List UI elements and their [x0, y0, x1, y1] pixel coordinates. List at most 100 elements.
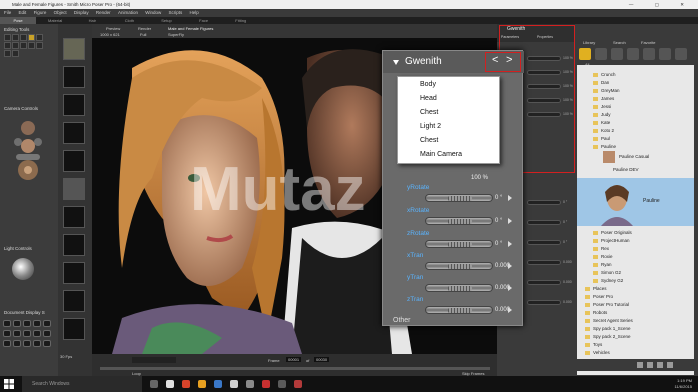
app-icon[interactable]: [230, 380, 238, 388]
expand-arrow-icon[interactable]: [508, 218, 512, 224]
chrome-icon[interactable]: [182, 380, 190, 388]
category-icon[interactable]: [643, 48, 655, 60]
parameter-value[interactable]: 0 °: [563, 240, 567, 244]
parameter-dial[interactable]: [527, 280, 561, 285]
library-folder[interactable]: Jessi: [593, 104, 611, 109]
yrotate-value[interactable]: 0 °: [495, 195, 502, 201]
windows-start-icon[interactable]: [4, 379, 14, 389]
favorite-icon[interactable]: [667, 362, 673, 368]
parameter-value[interactable]: 0 °: [563, 220, 567, 224]
library-folder[interactable]: Judy: [593, 112, 611, 117]
expand-arrow-icon[interactable]: [508, 241, 512, 247]
app-icon[interactable]: [278, 380, 286, 388]
library-folder[interactable]: Ryan: [593, 262, 612, 267]
window-controls[interactable]: — ▢ ✕: [629, 0, 694, 9]
parameter-dial[interactable]: [527, 220, 561, 225]
figure-selector[interactable]: Full: [140, 32, 146, 37]
category-icon[interactable]: [675, 48, 687, 60]
menu-scripts[interactable]: Scripts: [169, 10, 183, 15]
menu-animation[interactable]: Animation: [118, 10, 138, 15]
tab-face[interactable]: Face: [186, 17, 222, 24]
dropdown-item-main-camera[interactable]: Main Camera: [420, 151, 462, 158]
next-figure-arrow-icon[interactable]: >: [506, 54, 512, 66]
dropdown-item-chest[interactable]: Chest: [420, 109, 438, 116]
library-folder[interactable]: Sydney G2: [593, 278, 623, 283]
figure-thumbnail[interactable]: [63, 38, 85, 60]
menu-edit[interactable]: Edit: [19, 10, 27, 15]
expand-arrow-icon[interactable]: [508, 263, 512, 269]
figure-thumbnail[interactable]: [63, 262, 85, 284]
library-folder[interactable]: Paul: [593, 136, 610, 141]
zrotate-dial[interactable]: [425, 240, 493, 248]
figure-thumbnail[interactable]: [63, 234, 85, 256]
library-folder[interactable]: Dan: [593, 80, 609, 85]
system-clock[interactable]: 1:19 PM 11/6/2015: [675, 378, 693, 390]
tab-search[interactable]: Search: [613, 40, 626, 45]
current-frame-field[interactable]: 00001: [286, 357, 302, 362]
tab-setup[interactable]: Setup: [149, 17, 185, 24]
expand-arrow-icon[interactable]: [508, 195, 512, 201]
xrotate-value[interactable]: 0 °: [495, 218, 502, 224]
parameter-value[interactable]: 0.000: [563, 280, 572, 284]
timeline-scrubber[interactable]: [100, 367, 490, 370]
tab-cloth[interactable]: Cloth: [111, 17, 147, 24]
taper-tool-icon[interactable]: [4, 42, 11, 49]
figure-thumbnail[interactable]: [63, 150, 85, 172]
display-style-swatch[interactable]: [13, 340, 21, 347]
taskbar-search-box[interactable]: Search Windows: [22, 376, 142, 392]
rotate-tool-icon[interactable]: [4, 34, 11, 41]
category-icon[interactable]: [659, 48, 671, 60]
translate-tool-icon[interactable]: [20, 34, 27, 41]
expand-arrow-icon[interactable]: [508, 285, 512, 291]
app-icon[interactable]: [246, 380, 254, 388]
scale-tool-icon[interactable]: [36, 34, 43, 41]
tab-material[interactable]: Material: [37, 17, 73, 24]
library-folder[interactable]: Crunch: [593, 72, 616, 77]
figure-thumbnail[interactable]: [63, 206, 85, 228]
pauline-casual-thumbnail[interactable]: [603, 151, 615, 163]
display-style-swatch[interactable]: [23, 330, 31, 337]
app-icon[interactable]: [262, 380, 270, 388]
figure-thumbnail[interactable]: [63, 66, 85, 88]
parameter-value[interactable]: 0.000: [563, 300, 572, 304]
resolution-readout[interactable]: 1000 x 621: [100, 32, 120, 37]
menu-display[interactable]: Display: [74, 10, 89, 15]
file-explorer-icon[interactable]: [198, 380, 206, 388]
library-figure-item[interactable]: Pauline Casual: [619, 154, 649, 159]
collapse-triangle-icon[interactable]: [393, 60, 399, 65]
app-icon[interactable]: [214, 380, 222, 388]
twist-tool-icon[interactable]: [12, 34, 19, 41]
parameter-dial[interactable]: [527, 260, 561, 265]
camera-controls-widget[interactable]: [10, 116, 46, 182]
direct-manipulation-alt-icon[interactable]: [12, 50, 19, 57]
task-view-icon[interactable]: [150, 380, 158, 388]
library-folder[interactable]: Rex: [593, 246, 609, 251]
view-magnifier-tool-icon[interactable]: [36, 42, 43, 49]
grouping-tool-icon[interactable]: [28, 42, 35, 49]
chain-break-tool-icon[interactable]: [12, 42, 19, 49]
library-folder[interactable]: Spy pack 2_Scene: [585, 334, 631, 339]
menu-object[interactable]: Object: [54, 10, 67, 15]
display-style-swatch[interactable]: [33, 340, 41, 347]
tab-favorite[interactable]: Favorite: [641, 40, 655, 45]
parameter-value[interactable]: 0.000: [563, 260, 572, 264]
light-sphere-control[interactable]: [12, 258, 34, 280]
tab-fitting[interactable]: Fitting: [223, 17, 259, 24]
display-style-swatch[interactable]: [43, 320, 51, 327]
library-folder[interactable]: Simon G2: [593, 270, 621, 275]
color-tool-icon[interactable]: [20, 42, 27, 49]
library-folder[interactable]: Toys: [585, 342, 602, 347]
library-folder[interactable]: Spy pack 1_Scene: [585, 326, 631, 331]
yrotate-dial[interactable]: [425, 194, 493, 202]
morph-brush-tool-icon[interactable]: [4, 50, 11, 57]
library-folder-open[interactable]: Pauline: [593, 144, 616, 149]
direct-manipulation-tool-icon[interactable]: [28, 34, 35, 41]
library-folder[interactable]: Poser Pro: [585, 294, 613, 299]
library-folder[interactable]: Poser Originals: [593, 230, 632, 235]
zrotate-value[interactable]: 0 °: [495, 241, 502, 247]
selected-figure-preview[interactable]: Pauline: [577, 178, 694, 226]
dropdown-item-chest[interactable]: Chest: [420, 137, 438, 144]
library-folder[interactable]: Kate: [593, 120, 610, 125]
library-folder[interactable]: GreyMan: [593, 88, 620, 93]
menu-render[interactable]: Render: [96, 10, 111, 15]
